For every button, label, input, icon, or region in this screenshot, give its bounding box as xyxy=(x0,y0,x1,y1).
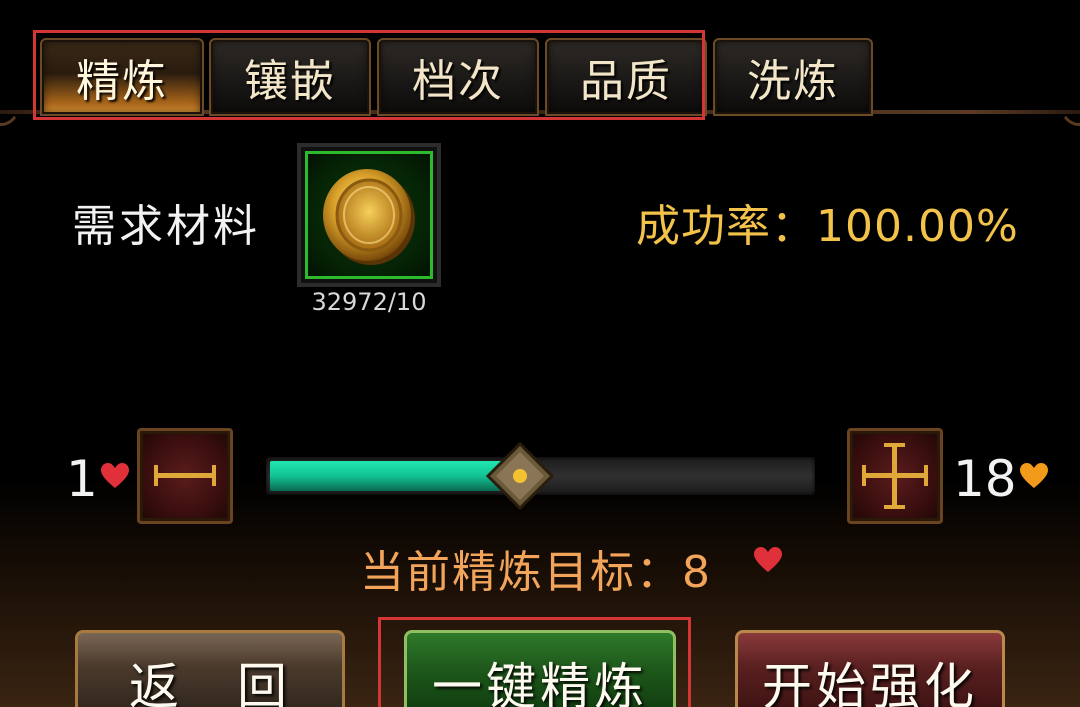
current-target-label: 当前精炼目标：8 xyxy=(360,547,712,598)
increase-button[interactable] xyxy=(847,428,943,524)
tabs-highlight-box xyxy=(33,30,705,120)
back-button[interactable]: 返 回 xyxy=(75,630,345,707)
slider-handle[interactable] xyxy=(486,442,554,510)
refine-highlight-box xyxy=(378,617,691,707)
decrease-button[interactable] xyxy=(137,428,233,524)
max-level-label: 18 xyxy=(953,450,1017,508)
ornament-left xyxy=(0,60,24,126)
minus-icon xyxy=(154,465,216,486)
materials-label: 需求材料 xyxy=(72,201,260,252)
heart-orange-icon xyxy=(1020,463,1048,488)
start-strengthen-button[interactable]: 开始强化 xyxy=(735,630,1005,707)
material-count: 32972/10 xyxy=(311,288,427,316)
refine-panel: 精炼 镶嵌 档次 品质 洗炼 需求材料 32972/10 成功率：100.00%… xyxy=(0,0,1080,707)
heart-target-icon xyxy=(754,547,782,572)
material-slot[interactable] xyxy=(297,143,441,287)
slider-fill xyxy=(270,461,520,491)
gold-coin-icon xyxy=(323,169,415,265)
ornament-right xyxy=(1056,60,1080,126)
success-rate: 成功率：100.00% xyxy=(636,201,1019,252)
heart-icon xyxy=(101,463,129,488)
plus-icon xyxy=(862,443,928,509)
tab-reforge[interactable]: 洗炼 xyxy=(713,38,873,116)
min-level-label: 1 xyxy=(66,450,98,508)
